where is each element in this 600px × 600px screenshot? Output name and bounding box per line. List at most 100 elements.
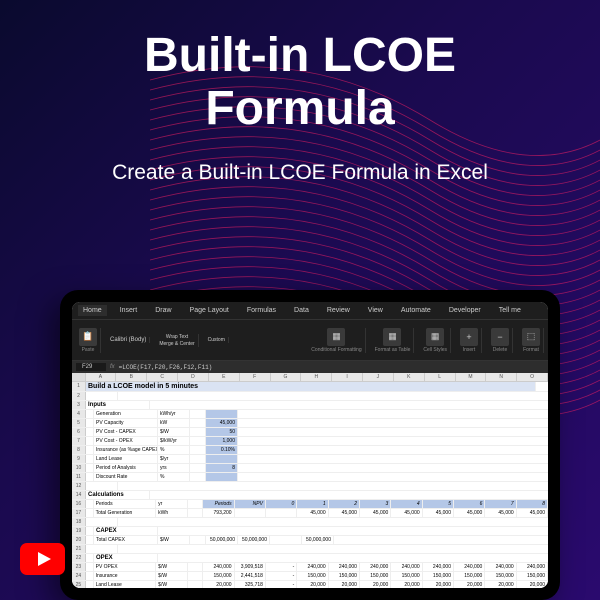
cell[interactable]: 50,000,000 [238, 536, 270, 544]
cell[interactable]: 20,000 [391, 581, 422, 588]
tab-insert[interactable]: Insert [115, 305, 143, 316]
cell[interactable] [190, 410, 206, 418]
cell[interactable]: 150,000 [391, 572, 422, 580]
cell[interactable]: - [266, 581, 297, 588]
format-selector[interactable]: Custom [208, 337, 225, 343]
cell[interactable]: 240,000 [454, 563, 485, 571]
col-header[interactable]: D [178, 373, 209, 381]
cell[interactable]: Periods [203, 500, 234, 508]
cell[interactable] [188, 509, 204, 517]
cell[interactable]: 150,000 [517, 572, 548, 580]
cell[interactable]: 20,000 [360, 581, 391, 588]
cell[interactable]: 150,000 [297, 572, 328, 580]
cell[interactable]: 325,718 [235, 581, 266, 588]
cell[interactable] [86, 500, 94, 508]
cell-styles-icon[interactable]: ▦ [426, 328, 444, 346]
cell[interactable]: % [158, 473, 190, 481]
cell[interactable]: 45,000 [391, 509, 422, 517]
cell[interactable]: kWh [156, 509, 187, 517]
insert-icon[interactable]: + [460, 328, 478, 346]
table-format-icon[interactable]: ▦ [383, 328, 401, 346]
row-header[interactable]: 16 [72, 500, 86, 508]
wrap-text-button[interactable]: Wrap Text [166, 334, 188, 340]
row-header[interactable]: 3 [72, 401, 86, 409]
row-header[interactable]: 25 [72, 581, 86, 588]
col-header[interactable]: I [332, 373, 363, 381]
cell[interactable]: $/W [158, 536, 190, 544]
cell[interactable] [206, 473, 238, 481]
cell[interactable] [270, 536, 302, 544]
cell[interactable] [86, 554, 94, 562]
cell[interactable]: 20,000 [517, 581, 548, 588]
cell[interactable] [86, 428, 94, 436]
col-header[interactable] [72, 373, 86, 381]
cell[interactable]: Build a LCOE model in 5 minutes [86, 382, 536, 391]
cell[interactable]: 240,000 [423, 563, 454, 571]
col-header[interactable]: J [363, 373, 394, 381]
col-header[interactable]: H [301, 373, 332, 381]
cell[interactable]: 240,000 [360, 563, 391, 571]
cell[interactable]: 2 [329, 500, 360, 508]
cell[interactable]: 45,000 [297, 509, 328, 517]
tab-home[interactable]: Home [78, 305, 107, 316]
cell[interactable]: Insurance (as %age CAPEX) [94, 446, 158, 454]
cell[interactable] [86, 455, 94, 463]
cell[interactable] [190, 437, 206, 445]
cell[interactable] [86, 437, 94, 445]
cell[interactable] [190, 536, 206, 544]
tab-draw[interactable]: Draw [150, 305, 176, 316]
cell[interactable]: 0 [266, 500, 297, 508]
format-icon[interactable]: ⬚ [522, 328, 540, 346]
cell[interactable]: 150,000 [485, 572, 516, 580]
cell[interactable]: Periods [94, 500, 157, 508]
cell[interactable] [188, 500, 204, 508]
cell[interactable] [266, 509, 297, 517]
tab-page-layout[interactable]: Page Layout [185, 305, 234, 316]
cell[interactable] [188, 563, 204, 571]
row-header[interactable]: 11 [72, 473, 86, 481]
cell[interactable] [86, 545, 118, 553]
row-header[interactable]: 10 [72, 464, 86, 472]
cell[interactable]: 150,000 [203, 572, 234, 580]
cell[interactable]: 793,200 [203, 509, 234, 517]
cell[interactable]: 4 [391, 500, 422, 508]
cell[interactable] [86, 446, 94, 454]
cell[interactable]: - [266, 572, 297, 580]
row-header[interactable]: 5 [72, 419, 86, 427]
tab-tell-me[interactable]: Tell me [494, 305, 526, 316]
cell[interactable]: 45,000 [517, 509, 548, 517]
cell[interactable]: CAPEX [94, 527, 158, 535]
cell[interactable]: 50 [206, 428, 238, 436]
cell[interactable] [86, 410, 94, 418]
cell[interactable]: 50,000,000 [206, 536, 238, 544]
cell[interactable]: 3,909,518 [235, 563, 266, 571]
row-header[interactable]: 6 [72, 428, 86, 436]
spreadsheet[interactable]: ABCDEFGHIJKLMNO 1Build a LCOE model in 5… [72, 373, 548, 588]
cell[interactable]: 240,000 [329, 563, 360, 571]
cell[interactable]: $/yr [158, 455, 190, 463]
cell[interactable]: kWh/yr [158, 410, 190, 418]
cell[interactable] [86, 536, 94, 544]
col-header[interactable]: L [425, 373, 456, 381]
cell[interactable]: 240,000 [517, 563, 548, 571]
cell[interactable] [86, 482, 118, 490]
cell[interactable]: 5 [423, 500, 454, 508]
row-header[interactable]: 8 [72, 446, 86, 454]
cell[interactable]: - [266, 563, 297, 571]
cell[interactable]: NPV [235, 500, 266, 508]
col-header[interactable]: N [486, 373, 517, 381]
youtube-icon[interactable] [20, 543, 65, 580]
row-header[interactable]: 24 [72, 572, 86, 580]
cell[interactable]: Land Lease [94, 581, 157, 588]
tab-data[interactable]: Data [289, 305, 314, 316]
cell[interactable]: kW [158, 419, 190, 427]
cell[interactable]: 240,000 [203, 563, 234, 571]
cell[interactable]: 1,000 [206, 437, 238, 445]
cell[interactable]: PV OPEX [94, 563, 157, 571]
cell[interactable]: 0.10% [206, 446, 238, 454]
cell[interactable]: $/kW/yr [158, 437, 190, 445]
cell[interactable]: 50,000,000 [302, 536, 334, 544]
cell[interactable]: 150,000 [329, 572, 360, 580]
tab-view[interactable]: View [363, 305, 388, 316]
row-header[interactable]: 7 [72, 437, 86, 445]
